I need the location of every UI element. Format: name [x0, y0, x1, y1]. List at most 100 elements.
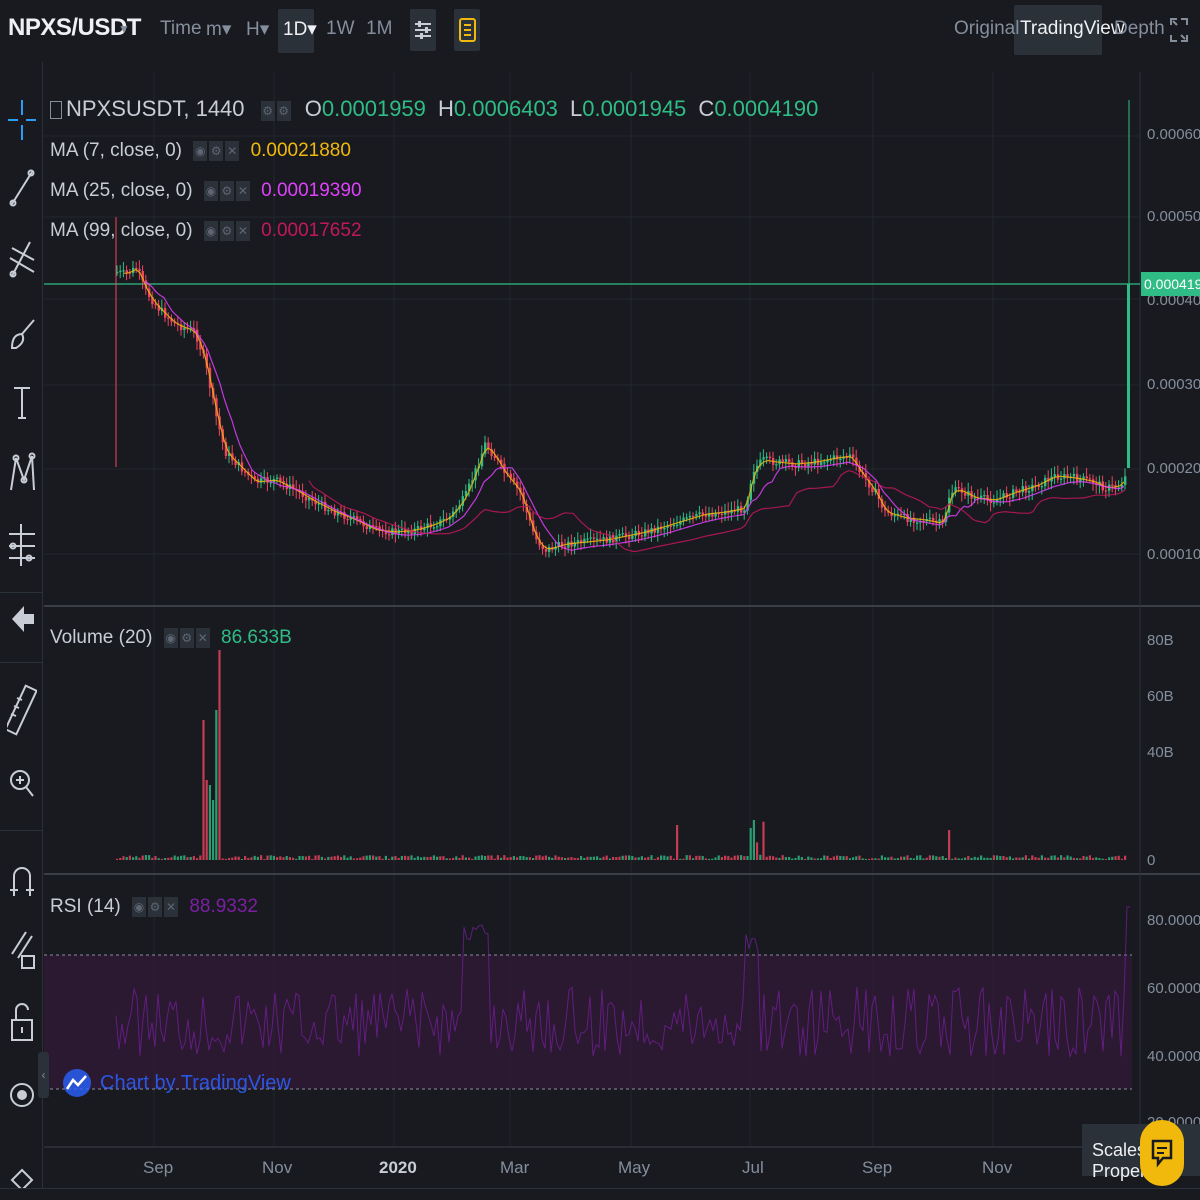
tradingview-watermark[interactable]: Chart by TradingView: [62, 1068, 291, 1098]
volume-bar: [583, 857, 586, 860]
eye-icon[interactable]: [0, 1078, 43, 1112]
candle: [375, 526, 378, 528]
collapse-legend-icon[interactable]: [50, 101, 62, 120]
volume-bar: [871, 858, 874, 860]
volume-bar: [202, 720, 205, 860]
lock-icon[interactable]: [0, 1000, 43, 1044]
volume-bar: [276, 857, 279, 860]
candle: [602, 537, 605, 540]
volume-bar: [768, 855, 771, 860]
view-original[interactable]: Original: [954, 18, 1019, 40]
close-icon[interactable]: ✕: [235, 220, 250, 241]
volume-bar: [173, 855, 176, 860]
candle: [720, 513, 724, 515]
chat-icon: [1151, 1139, 1173, 1168]
ruler-icon[interactable]: [0, 684, 43, 736]
text-tool-icon[interactable]: [0, 382, 43, 422]
volume-bar: [477, 855, 480, 860]
gear-icon[interactable]: ⚙: [219, 220, 234, 241]
candle: [669, 525, 672, 527]
candle: [276, 477, 279, 479]
candle: [916, 522, 919, 524]
notes-button[interactable]: [454, 9, 480, 51]
interval-time[interactable]: Time: [160, 18, 202, 40]
volume-bar: [970, 857, 973, 860]
volume-bar: [554, 855, 557, 860]
zoom-in-icon[interactable]: [0, 762, 43, 802]
symbol-settings-buttons[interactable]: ⚙ ⚙: [260, 97, 293, 123]
gear-icon[interactable]: ⚙: [209, 140, 224, 161]
candle: [564, 546, 567, 548]
interval-1m[interactable]: 1M: [366, 18, 392, 40]
candle: [586, 538, 589, 540]
volume-bar: [432, 855, 435, 860]
eye-icon[interactable]: ◉: [163, 627, 178, 648]
close-icon[interactable]: ✕: [235, 180, 250, 201]
gear-icon[interactable]: ⚙: [179, 627, 194, 648]
trendline-icon[interactable]: [0, 168, 43, 208]
view-tradingview[interactable]: TradingView: [1020, 18, 1125, 40]
close-icon[interactable]: ✕: [164, 896, 179, 917]
pattern-tool-icon[interactable]: [0, 450, 43, 494]
volume-bar: [1056, 857, 1059, 860]
brush-icon[interactable]: [0, 312, 43, 352]
collapse-arrow-icon[interactable]: [0, 602, 43, 636]
eye-icon[interactable]: ◉: [203, 180, 218, 201]
volume-bar: [247, 858, 250, 860]
close-icon[interactable]: ✕: [195, 627, 210, 648]
eye-icon[interactable]: ◉: [203, 220, 218, 241]
volume-bar: [164, 857, 167, 860]
volume-bar: [800, 857, 803, 860]
volume-bar: [1076, 858, 1079, 860]
sliders-icon: [415, 21, 431, 39]
fib-tool-icon[interactable]: [0, 238, 43, 278]
time-tick: Mar: [500, 1158, 530, 1177]
eye-icon[interactable]: ◉: [193, 140, 208, 161]
view-depth[interactable]: Depth: [1114, 18, 1165, 40]
volume-bar: [1034, 857, 1037, 860]
candle: [1072, 473, 1076, 477]
gear-icon[interactable]: ⚙: [260, 101, 275, 122]
volume-bar: [586, 856, 589, 860]
gear-icon[interactable]: ⚙: [148, 896, 163, 917]
volume-bar: [996, 855, 999, 860]
volume-bar: [746, 855, 749, 860]
volume-bar: [1015, 857, 1018, 860]
volume-bar: [653, 858, 656, 860]
gear-icon[interactable]: ⚙: [219, 180, 234, 201]
volume-bar: [976, 857, 979, 860]
indicator-settings-button[interactable]: [410, 9, 436, 51]
help-chat-button[interactable]: [1140, 1120, 1184, 1186]
candle: [762, 457, 765, 460]
lock-pencil-icon[interactable]: [0, 926, 43, 972]
interval-hours[interactable]: H▾: [246, 18, 269, 41]
fullscreen-icon[interactable]: [1170, 18, 1188, 47]
chart-area[interactable]: NPXSUSDT, 1440 ⚙ ⚙ O0.0001959 H0.0006403 …: [44, 62, 1200, 1200]
eye-icon[interactable]: ◉: [132, 896, 147, 917]
candle: [1111, 484, 1114, 486]
candle: [775, 464, 778, 466]
crosshair-icon[interactable]: [0, 100, 43, 140]
volume-bar: [439, 856, 442, 860]
magnet-icon[interactable]: [0, 858, 43, 898]
volume-bar: [1021, 857, 1024, 860]
panel-collapse-tab[interactable]: ‹: [38, 1052, 49, 1098]
volume-bar: [560, 857, 563, 860]
volume-legend: Volume (20) ◉ ⚙ ✕ 86.633B: [50, 627, 292, 649]
close-label: C: [698, 96, 715, 121]
pair-dropdown-icon[interactable]: ▼: [118, 22, 130, 36]
candle: [1008, 497, 1012, 499]
interval-1w[interactable]: 1W: [326, 18, 355, 40]
interval-1d[interactable]: 1D▾: [283, 18, 317, 41]
volume-bar: [266, 855, 269, 860]
volume-bar: [189, 856, 192, 860]
prediction-tool-icon[interactable]: [0, 522, 43, 568]
volume-bar: [621, 855, 624, 860]
price-tick: 0.0005000: [1147, 208, 1200, 225]
interval-minutes[interactable]: m▾: [206, 18, 231, 41]
volume-bar: [372, 855, 375, 860]
close-icon[interactable]: ✕: [225, 140, 240, 161]
gear-icon[interactable]: ⚙: [276, 101, 291, 122]
volume-bar: [775, 857, 778, 860]
volume-bar: [829, 858, 832, 860]
